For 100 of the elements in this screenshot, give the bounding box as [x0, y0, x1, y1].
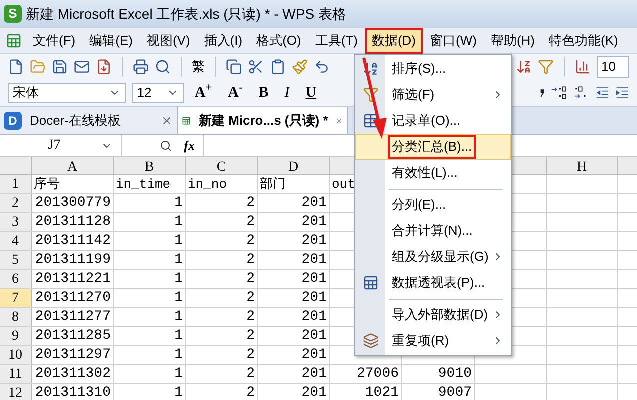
menu-option-label: 记录单(O)...: [391, 112, 462, 130]
table-cell-text: 1: [174, 213, 183, 231]
document-tab[interactable]: 新建 Micro...s (只读) *: [178, 107, 348, 134]
menu-option-label: 分类汇总(B)...: [388, 135, 476, 159]
table-cell-text: 2: [246, 327, 255, 345]
decrease-indent-icon[interactable]: [596, 86, 610, 100]
sort-descending-icon[interactable]: [516, 59, 532, 75]
menu-option[interactable]: 记录单(O)...: [355, 108, 511, 134]
row-header[interactable]: 5: [0, 251, 32, 269]
table-cell-text: 2: [246, 308, 255, 326]
table-cell: 201311277: [34, 308, 111, 326]
menu-item[interactable]: 数据(D): [364, 28, 424, 54]
table-icon[interactable]: [363, 113, 379, 129]
menu-option[interactable]: 分列(E)...: [355, 192, 511, 218]
print-preview-icon[interactable]: [154, 59, 171, 75]
table-cell-text: 27006: [356, 365, 399, 383]
zoom-field[interactable]: 10: [596, 56, 629, 78]
spreadsheet-icon[interactable]: [6, 32, 22, 48]
font-size-field[interactable]: 12: [132, 83, 184, 103]
document-tab[interactable]: D Docer-在线模板: [0, 107, 178, 134]
sort-icon[interactable]: [363, 61, 379, 77]
row-header[interactable]: 7: [0, 289, 32, 307]
menu-item[interactable]: 文件(F): [26, 28, 83, 54]
table-cell-text: 201: [300, 308, 327, 326]
filter-icon[interactable]: [538, 59, 554, 75]
table-cell: 201311302: [34, 365, 111, 383]
comma-style-icon[interactable]: [540, 88, 546, 98]
row-header[interactable]: 9: [0, 327, 32, 345]
menu-option[interactable]: 导入外部数据(D): [355, 302, 511, 328]
increase-decimal-icon[interactable]: [551, 85, 568, 101]
menu-option[interactable]: 排序(S)...: [355, 56, 511, 82]
pivot-table-icon[interactable]: [363, 275, 379, 291]
row-header[interactable]: 1: [0, 175, 32, 193]
menu-option[interactable]: 数据透视表(P)...: [355, 270, 511, 296]
column-header[interactable]: C: [186, 157, 258, 174]
row-header[interactable]: 10: [0, 346, 32, 364]
table-cell-text: 2: [246, 384, 255, 400]
format-button[interactable]: A$^{+}$: [190, 82, 218, 104]
column-header[interactable]: H: [547, 157, 618, 174]
mail-icon[interactable]: [74, 59, 90, 75]
column-header[interactable]: A: [32, 157, 114, 174]
menu-item[interactable]: 特色功能(K): [542, 28, 626, 54]
row-header[interactable]: 8: [0, 308, 32, 326]
format-button[interactable]: B: [254, 82, 274, 104]
table-cell-text: 201: [300, 365, 327, 383]
font-field[interactable]: 宋体: [8, 83, 126, 103]
menu-option[interactable]: 筛选(F): [355, 82, 511, 108]
tab-label: 新建 Micro...s (只读) *: [198, 112, 328, 130]
undo-icon[interactable]: [314, 59, 330, 75]
cut-icon[interactable]: [248, 59, 264, 75]
menu-item[interactable]: 格式(O): [250, 28, 308, 54]
column-header[interactable]: D: [258, 157, 330, 174]
menu-option[interactable]: 有效性(L)...: [355, 160, 511, 186]
format-painter-icon[interactable]: [292, 59, 308, 75]
menu-option[interactable]: 重复项(R): [355, 328, 511, 354]
close-icon[interactable]: [161, 114, 173, 126]
table-cell-text: 1: [174, 232, 183, 250]
format-button[interactable]: A$^{-}$: [223, 82, 248, 104]
paste-icon[interactable]: [270, 59, 286, 75]
menu-item[interactable]: 帮助(H): [484, 28, 542, 54]
menu-item[interactable]: 工具(T): [308, 28, 365, 54]
print-icon[interactable]: [132, 59, 149, 75]
table-cell: 201311270: [34, 289, 111, 307]
menu-option[interactable]: 组及分级显示(G): [355, 244, 511, 270]
table-cell: 201300779: [34, 194, 111, 212]
table-cell-text: out: [332, 176, 356, 193]
increase-indent-icon[interactable]: [616, 86, 630, 100]
row-header[interactable]: 11: [0, 365, 32, 383]
menu-item[interactable]: 插入(I): [197, 28, 250, 54]
chart-icon[interactable]: [574, 59, 591, 75]
row-header[interactable]: 4: [0, 232, 32, 250]
column-header[interactable]: B: [114, 157, 186, 174]
traditional-chinese-button[interactable]: 繁: [192, 57, 205, 77]
function-button[interactable]: fx: [184, 136, 195, 156]
menu-option[interactable]: 分类汇总(B)...: [355, 134, 511, 160]
table-cell: 201311310: [34, 384, 111, 400]
menu-option-label: 筛选(F): [391, 86, 436, 104]
table-cell-text: 201: [300, 384, 327, 400]
table-cell-text: 2: [246, 251, 255, 269]
format-button[interactable]: U: [300, 82, 322, 104]
table-cell-text: 9010: [437, 365, 472, 383]
menu-item[interactable]: 窗口(W): [423, 28, 484, 54]
row-header[interactable]: 2: [0, 194, 32, 212]
row-header[interactable]: 6: [0, 270, 32, 288]
row-header[interactable]: 12: [0, 384, 32, 400]
save-icon[interactable]: [52, 59, 68, 75]
menu-item[interactable]: 视图(V): [140, 28, 198, 54]
table-cell-text: 201: [300, 251, 327, 269]
menu-item[interactable]: 编辑(E): [82, 28, 140, 54]
row-header[interactable]: 3: [0, 213, 32, 231]
filter-icon[interactable]: [363, 87, 379, 103]
menu-option[interactable]: 合并计算(N)...: [355, 218, 511, 244]
copy-icon[interactable]: [226, 59, 242, 75]
table-cell-text: 1: [174, 327, 183, 345]
format-button[interactable]: I: [280, 82, 295, 104]
search-icon[interactable]: [160, 140, 172, 152]
new-document-icon[interactable]: [8, 59, 24, 75]
export-pdf-icon[interactable]: [96, 59, 112, 75]
stack-icon[interactable]: [363, 333, 379, 349]
table-cell-text: 1021: [364, 384, 399, 400]
